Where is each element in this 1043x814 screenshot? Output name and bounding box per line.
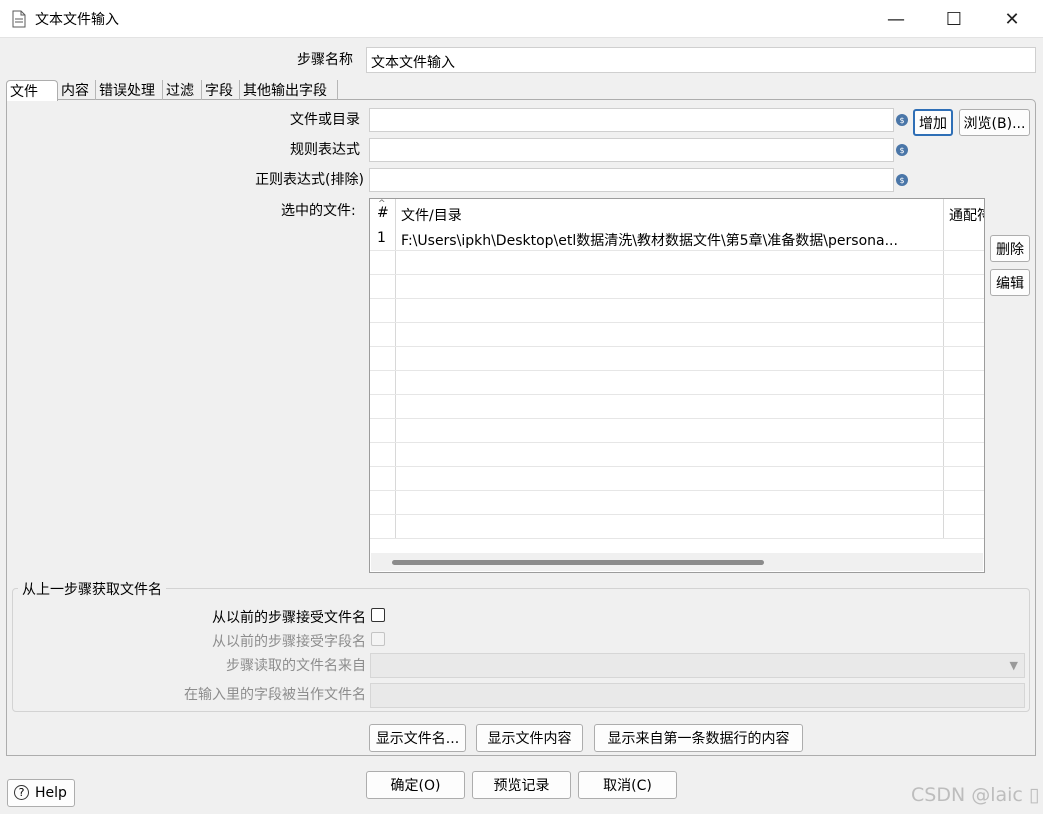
file-or-dir-input[interactable] (369, 108, 894, 132)
tab-error-handling[interactable]: 错误处理 (96, 80, 163, 100)
table-row[interactable] (370, 467, 984, 491)
table-row[interactable]: 1 F:\Users\ipkh\Desktop\etl数据清洗\教材数据文件\第… (370, 227, 984, 251)
regex-input[interactable] (369, 138, 894, 162)
tab-label: 字段 (205, 83, 233, 99)
chevron-down-icon: ▼ (1009, 659, 1018, 672)
scrollbar-thumb[interactable] (392, 560, 764, 565)
header-cell[interactable]: 通配符 (949, 205, 984, 225)
tab-content[interactable]: 内容 (58, 80, 96, 100)
row-number: 1 (377, 230, 386, 246)
filename-from-label: 步骤读取的文件名来自 (226, 658, 366, 674)
regex-exclude-label: 正则表达式(排除) (255, 172, 364, 188)
maximize-button[interactable]: ☐ (925, 0, 983, 38)
help-icon: ? (14, 785, 29, 800)
table-header: ^ # 文件/目录 通配符 (370, 199, 984, 227)
maximize-icon: ☐ (945, 8, 963, 30)
table-row[interactable] (370, 515, 984, 539)
previous-step-group-title: 从上一步骤获取文件名 (18, 579, 166, 599)
show-filenames-button[interactable]: 显示文件名... (369, 724, 466, 752)
table-row[interactable] (370, 491, 984, 515)
close-button[interactable]: ✕ (983, 0, 1041, 38)
filename-from-select[interactable]: ▼ (370, 653, 1025, 678)
table-row[interactable] (370, 275, 984, 299)
header-cell[interactable]: 文件/目录 (401, 205, 462, 225)
table-row[interactable] (370, 323, 984, 347)
step-name-value: 文本文件输入 (371, 55, 455, 71)
minimize-icon: — (887, 8, 905, 30)
browse-button[interactable]: 浏览(B)... (959, 109, 1030, 136)
help-label: Help (35, 785, 67, 801)
window-title: 文本文件输入 (35, 12, 119, 28)
selected-files-table[interactable]: ^ # 文件/目录 通配符 1 F:\Users\ipkh\Desktop\et… (369, 198, 985, 573)
add-button[interactable]: 增加 (913, 109, 953, 136)
variable-icon[interactable]: $ (896, 114, 908, 126)
show-first-row-content-button[interactable]: 显示来自第一条数据行的内容 (594, 724, 803, 752)
table-row[interactable] (370, 395, 984, 419)
delete-button[interactable]: 删除 (990, 235, 1030, 262)
selected-files-label: 选中的文件: (281, 203, 356, 219)
row-path: F:\Users\ipkh\Desktop\etl数据清洗\教材数据文件\第5章… (401, 233, 898, 249)
tab-fields[interactable]: 字段 (202, 80, 240, 100)
tab-label: 文件 (10, 84, 38, 100)
header-cell[interactable]: # (377, 205, 389, 221)
close-icon: ✕ (1004, 8, 1020, 30)
table-row[interactable] (370, 371, 984, 395)
step-name-label: 步骤名称 (297, 52, 353, 68)
step-name-input[interactable]: 文本文件输入 (366, 47, 1036, 73)
field-as-filename-label: 在输入里的字段被当作文件名 (184, 687, 366, 703)
show-file-content-button[interactable]: 显示文件内容 (476, 724, 583, 752)
tab-label: 错误处理 (99, 83, 155, 99)
document-icon (12, 10, 26, 28)
table-row[interactable] (370, 251, 984, 275)
tab-label: 其他输出字段 (243, 83, 327, 99)
accept-fields-checkbox[interactable] (371, 632, 385, 646)
file-or-dir-label: 文件或目录 (290, 112, 360, 128)
tab-filter[interactable]: 过滤 (163, 80, 202, 100)
title-bar: 文本文件输入 — ☐ ✕ (0, 0, 1043, 38)
help-button[interactable]: ? Help (7, 779, 75, 807)
variable-icon[interactable]: $ (896, 174, 908, 186)
field-as-filename-input[interactable] (370, 683, 1025, 708)
minimize-button[interactable]: — (867, 0, 925, 38)
variable-icon[interactable]: $ (896, 144, 908, 156)
table-row[interactable] (370, 419, 984, 443)
regex-exclude-input[interactable] (369, 168, 894, 192)
cancel-button[interactable]: 取消(C) (578, 771, 677, 799)
tab-label: 内容 (61, 83, 89, 99)
accept-filenames-label: 从以前的步骤接受文件名 (212, 610, 366, 626)
table-row[interactable] (370, 347, 984, 371)
regex-label: 规则表达式 (290, 142, 360, 158)
ok-button[interactable]: 确定(O) (366, 771, 465, 799)
edit-button[interactable]: 编辑 (990, 269, 1030, 296)
preview-button[interactable]: 预览记录 (472, 771, 571, 799)
accept-fields-label: 从以前的步骤接受字段名 (212, 634, 366, 650)
watermark: CSDN @laic ▯ (911, 784, 1040, 806)
table-row[interactable] (370, 443, 984, 467)
tab-label: 过滤 (166, 83, 194, 99)
tab-file[interactable]: 文件 (6, 80, 58, 101)
tab-other-output-fields[interactable]: 其他输出字段 (240, 80, 338, 100)
table-row[interactable] (370, 299, 984, 323)
accept-filenames-checkbox[interactable] (371, 608, 385, 622)
